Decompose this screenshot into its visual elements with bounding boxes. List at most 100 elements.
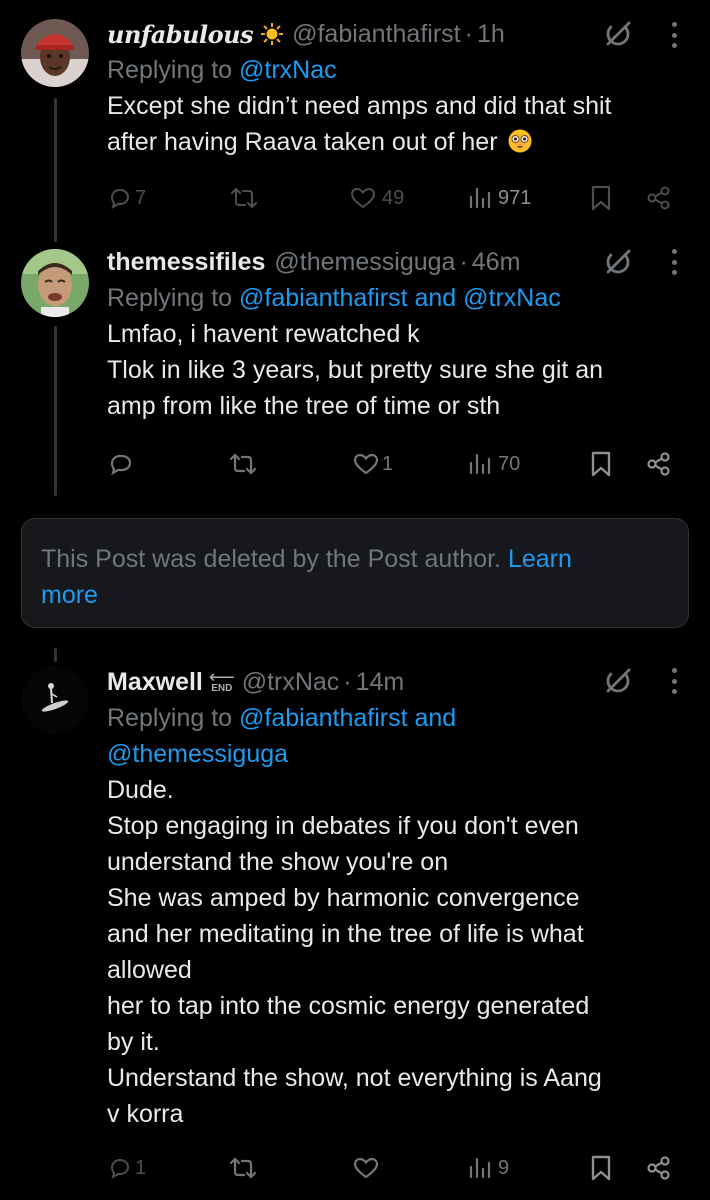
views-count: 9 <box>498 1156 510 1179</box>
tweet-actions: 1 9 <box>0 1148 710 1188</box>
bookmark-button[interactable] <box>590 178 612 218</box>
user-handle[interactable]: @fabianthafirst <box>292 20 461 49</box>
like-icon <box>353 1157 379 1179</box>
repost-button[interactable] <box>230 444 256 484</box>
tweet-text-line: Tlok in like 3 years, but pretty sure sh… <box>107 356 604 384</box>
replying-to: Replying to @fabianthafirst and @themess… <box>107 700 690 772</box>
replying-to-link[interactable]: @themessiguga <box>107 740 288 768</box>
tweet-text: Lmfao, i havent rewatched k Tlok in like… <box>107 316 690 424</box>
tweet-text-line: by it. <box>107 1028 160 1056</box>
share-button[interactable] <box>646 444 672 484</box>
end-key-emoji-icon: ⟵ END <box>208 667 235 694</box>
tweet[interactable]: themessifiles @themessiguga · 46m Replyi… <box>0 240 710 510</box>
reply-icon <box>110 454 132 476</box>
share-button[interactable] <box>646 1148 672 1188</box>
tweet-text-line: her to tap into the cosmic energy genera… <box>107 992 590 1020</box>
reply-icon <box>110 1158 130 1180</box>
views-icon <box>469 1157 491 1179</box>
views-count: 971 <box>498 186 532 209</box>
repost-icon <box>230 1157 256 1179</box>
deleted-post-notice: This Post was deleted by the Post author… <box>21 518 689 628</box>
repost-icon <box>230 453 256 475</box>
timestamp[interactable]: 46m <box>472 248 521 277</box>
deleted-notice-text: This Post was deleted by the Post author… <box>41 545 501 573</box>
views-button[interactable]: 9 <box>468 1148 509 1188</box>
more-icon[interactable] <box>670 22 678 48</box>
avatar[interactable] <box>21 19 89 87</box>
replying-prefix: Replying to <box>107 56 233 84</box>
tweet-text-line: Dude. <box>107 776 174 804</box>
timestamp[interactable]: 1h <box>477 20 505 49</box>
like-button[interactable]: 1 <box>353 444 393 484</box>
replying-to-link[interactable]: @fabianthafirst and @trxNac <box>239 284 561 312</box>
bookmark-button[interactable] <box>590 444 612 484</box>
flushed-emoji-icon <box>508 129 532 153</box>
more-icon[interactable] <box>670 249 678 275</box>
display-name[interactable]: Maxwell <box>107 668 203 697</box>
display-name[interactable]: unfabulous <box>107 20 254 49</box>
like-icon <box>353 453 379 475</box>
grok-icon[interactable] <box>603 19 633 49</box>
replying-to: Replying to @fabianthafirst and @trxNac <box>107 280 690 316</box>
timestamp[interactable]: 14m <box>356 668 405 697</box>
user-handle[interactable]: @themessiguga <box>274 248 455 277</box>
views-count: 70 <box>498 452 521 475</box>
tweet-text-line: allowed <box>107 956 192 984</box>
tweet[interactable]: Maxwell ⟵ END @trxNac · 14m Replying to … <box>0 660 710 1200</box>
user-handle[interactable]: @trxNac <box>242 668 340 697</box>
bookmark-icon <box>591 451 611 477</box>
replying-to: Replying to @trxNac <box>107 52 690 88</box>
like-count: 1 <box>382 452 394 475</box>
reply-count: 1 <box>135 1156 147 1179</box>
tweet-text: Dude. Stop engaging in debates if you do… <box>107 772 690 1132</box>
learn-more-link[interactable]: more <box>41 581 98 609</box>
tweet-actions: 7 49 971 <box>0 178 710 218</box>
tweet-text: Except she didn’t need amps and did that… <box>107 88 690 160</box>
views-button[interactable]: 70 <box>468 444 520 484</box>
tweet-text-line: and her meditating in the tree of life i… <box>107 920 584 948</box>
share-icon <box>647 452 670 476</box>
tweet-text-line: She was amped by harmonic convergence <box>107 884 580 912</box>
like-button[interactable] <box>353 1148 379 1188</box>
tweet-text-line: v korra <box>107 1100 184 1128</box>
display-name[interactable]: themessifiles <box>107 248 265 277</box>
learn-more-link[interactable]: Learn <box>508 545 572 573</box>
repost-button[interactable] <box>230 1148 256 1188</box>
avatar[interactable] <box>21 666 89 734</box>
reply-button[interactable] <box>108 444 134 484</box>
reply-button[interactable]: 7 <box>108 178 146 218</box>
separator-dot: · <box>459 247 468 276</box>
replying-prefix: Replying to <box>107 284 233 312</box>
more-icon[interactable] <box>670 668 678 694</box>
share-button[interactable] <box>646 178 672 218</box>
separator-dot: · <box>464 19 473 48</box>
tweet[interactable]: unfabulous @fabianthafirst · 1h Replying… <box>0 0 710 240</box>
replying-prefix: Replying to <box>107 704 233 732</box>
share-icon <box>647 186 670 210</box>
replying-to-link[interactable]: @trxNac <box>239 56 337 84</box>
tweet-text-line: Stop engaging in debates if you don't ev… <box>107 812 579 840</box>
views-button[interactable]: 971 <box>468 178 531 218</box>
like-count: 49 <box>382 186 405 209</box>
views-icon <box>469 187 491 209</box>
grok-icon[interactable] <box>603 666 633 696</box>
tweet-text-line: Lmfao, i havent rewatched k <box>107 320 420 348</box>
sun-emoji-icon <box>261 23 284 45</box>
avatar[interactable] <box>21 249 89 317</box>
bookmark-button[interactable] <box>590 1148 612 1188</box>
grok-icon[interactable] <box>603 247 633 277</box>
tweet-text-line: understand the show you're on <box>107 848 449 876</box>
views-icon <box>469 453 491 475</box>
repost-icon <box>231 188 257 208</box>
tweet-text-line: amp from like the tree of time or sth <box>107 392 501 420</box>
reply-button[interactable]: 1 <box>108 1148 146 1188</box>
like-icon <box>350 187 376 209</box>
reply-icon <box>110 188 130 210</box>
separator-dot: · <box>343 667 352 696</box>
replying-to-link[interactable]: @fabianthafirst and <box>239 704 456 732</box>
repost-button[interactable] <box>231 178 257 218</box>
end-badge-label: END <box>211 683 233 694</box>
bookmark-icon <box>591 1155 611 1181</box>
like-button[interactable]: 49 <box>350 178 404 218</box>
tweet-text-line: Understand the show, not everything is A… <box>107 1064 602 1092</box>
